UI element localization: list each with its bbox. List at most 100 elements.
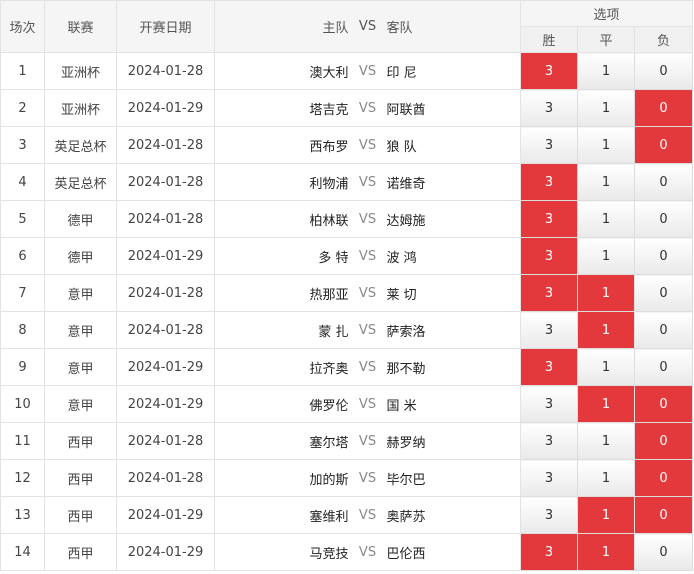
match-date: 2024-01-28 xyxy=(116,200,215,238)
home-team: 柏林联 xyxy=(309,213,349,229)
option-lose-button[interactable]: 0 xyxy=(633,163,694,201)
vs-label: VS xyxy=(358,100,377,116)
match-number: 14 xyxy=(0,533,45,571)
match-number: 12 xyxy=(0,459,45,497)
option-draw-button[interactable]: 1 xyxy=(577,89,635,127)
option-win-button[interactable]: 3 xyxy=(520,496,578,534)
match-number: 2 xyxy=(0,89,45,127)
match-number: 4 xyxy=(0,163,45,201)
match-number: 1 xyxy=(0,52,45,90)
col-header-num: 场次 xyxy=(0,0,45,53)
option-draw-button[interactable]: 1 xyxy=(577,274,635,312)
option-draw-button[interactable]: 1 xyxy=(577,52,635,90)
option-draw-button[interactable]: 1 xyxy=(577,348,635,386)
option-draw-button[interactable]: 1 xyxy=(577,163,635,201)
vs-label: VS xyxy=(358,248,377,264)
home-team: 加的斯 xyxy=(309,472,349,488)
option-draw-button[interactable]: 1 xyxy=(577,200,635,238)
option-win-button[interactable]: 3 xyxy=(520,385,578,423)
away-team: 狼 队 xyxy=(386,139,417,155)
option-win-button[interactable]: 3 xyxy=(520,311,578,349)
matchup: 塞维利 VS 奥萨苏 xyxy=(214,496,521,534)
option-lose-button[interactable]: 0 xyxy=(633,459,694,497)
option-win-button[interactable]: 3 xyxy=(520,422,578,460)
option-lose-button[interactable]: 0 xyxy=(633,496,694,534)
option-win-button[interactable]: 3 xyxy=(520,126,578,164)
league-name: 意甲 xyxy=(44,385,117,423)
option-lose-button[interactable]: 0 xyxy=(633,311,694,349)
vs-label: VS xyxy=(358,544,377,560)
option-win-button[interactable]: 3 xyxy=(520,52,578,90)
option-win-button[interactable]: 3 xyxy=(520,200,578,238)
matchup: 多 特 VS 波 鸿 xyxy=(214,237,521,275)
home-team: 蒙 扎 xyxy=(318,324,349,340)
option-win-button[interactable]: 3 xyxy=(520,348,578,386)
option-draw-button[interactable]: 1 xyxy=(577,126,635,164)
away-team: 毕尔巴 xyxy=(386,472,426,488)
matchup: 西布罗 VS 狼 队 xyxy=(214,126,521,164)
option-draw-button[interactable]: 1 xyxy=(577,533,635,571)
col-header-league: 联赛 xyxy=(44,0,117,53)
away-team: 诺维奇 xyxy=(386,176,426,192)
league-name: 意甲 xyxy=(44,311,117,349)
option-lose-button[interactable]: 0 xyxy=(633,533,694,571)
option-win-button[interactable]: 3 xyxy=(520,163,578,201)
col-header-date: 开赛日期 xyxy=(116,0,215,53)
away-team: 达姆施 xyxy=(386,213,426,229)
match-number: 13 xyxy=(0,496,45,534)
option-win-button[interactable]: 3 xyxy=(520,459,578,497)
option-draw-button[interactable]: 1 xyxy=(577,496,635,534)
option-lose-button[interactable]: 0 xyxy=(633,89,694,127)
home-team: 澳大利 xyxy=(309,65,349,81)
away-team: 阿联酋 xyxy=(386,102,426,118)
option-lose-button[interactable]: 0 xyxy=(633,126,694,164)
matchup: 塔吉克 VS 阿联酋 xyxy=(214,89,521,127)
match-date: 2024-01-28 xyxy=(116,52,215,90)
match-date: 2024-01-29 xyxy=(116,496,215,534)
home-team: 马竞技 xyxy=(309,546,349,562)
vs-label: VS xyxy=(358,396,377,412)
col-header-options: 选项 xyxy=(519,0,694,27)
option-win-button[interactable]: 3 xyxy=(520,237,578,275)
option-win-button[interactable]: 3 xyxy=(520,533,578,571)
home-team: 西布罗 xyxy=(309,139,349,155)
match-number: 8 xyxy=(0,311,45,349)
matchup: 加的斯 VS 毕尔巴 xyxy=(214,459,521,497)
option-lose-button[interactable]: 0 xyxy=(633,385,694,423)
matchup: 澳大利 VS 印 尼 xyxy=(214,52,521,90)
option-draw-button[interactable]: 1 xyxy=(577,385,635,423)
option-draw-button[interactable]: 1 xyxy=(577,422,635,460)
option-draw-button[interactable]: 1 xyxy=(577,237,635,275)
col-header-home: 主队 xyxy=(322,21,349,36)
option-lose-button[interactable]: 0 xyxy=(633,422,694,460)
col-header-vs: VS xyxy=(358,19,377,34)
away-team: 波 鸿 xyxy=(386,250,417,266)
matchup: 利物浦 VS 诺维奇 xyxy=(214,163,521,201)
option-lose-button[interactable]: 0 xyxy=(633,274,694,312)
table-row: 14 西甲 2024-01-29 马竞技 VS 巴伦西 3 1 0 xyxy=(0,533,694,571)
match-number: 3 xyxy=(0,126,45,164)
league-name: 意甲 xyxy=(44,348,117,386)
home-team: 塞维利 xyxy=(309,509,349,525)
home-team: 利物浦 xyxy=(309,176,349,192)
vs-label: VS xyxy=(358,322,377,338)
table-row: 1 亚洲杯 2024-01-28 澳大利 VS 印 尼310 xyxy=(0,52,694,90)
option-lose-button[interactable]: 0 xyxy=(633,348,694,386)
option-lose-button[interactable]: 0 xyxy=(633,200,694,238)
vs-label: VS xyxy=(358,470,377,486)
league-name: 英足总杯 xyxy=(44,163,117,201)
table-row: 9 意甲 2024-01-29 拉齐奥 VS 那不勒 3 1 0 xyxy=(0,348,694,386)
home-team: 多 特 xyxy=(318,250,349,266)
table-header: 场次 联赛 开赛日期 主队 VS 客队 选项 胜 平 负 xyxy=(0,0,694,53)
option-win-button[interactable]: 3 xyxy=(520,89,578,127)
option-draw-button[interactable]: 1 xyxy=(577,459,635,497)
away-team: 萨索洛 xyxy=(386,324,426,340)
option-lose-button[interactable]: 0 xyxy=(633,237,694,275)
option-win-button[interactable]: 3 xyxy=(520,274,578,312)
home-team: 佛罗伦 xyxy=(309,398,349,414)
away-team: 赫罗纳 xyxy=(386,435,426,451)
vs-label: VS xyxy=(358,137,377,153)
league-name: 德甲 xyxy=(44,237,117,275)
option-lose-button[interactable]: 0 xyxy=(633,52,694,90)
option-draw-button[interactable]: 1 xyxy=(577,311,635,349)
